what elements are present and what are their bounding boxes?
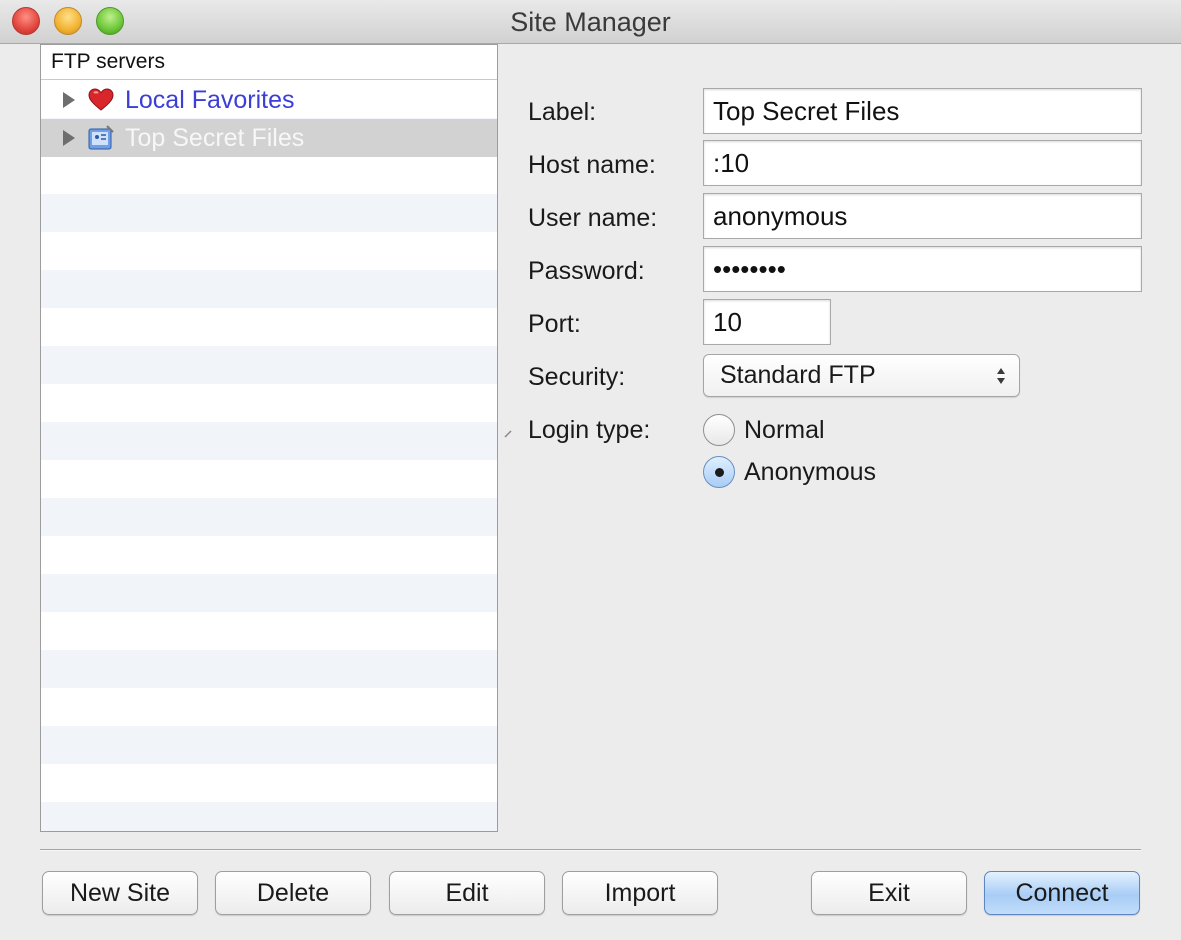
radio-label: Anonymous [744, 457, 877, 486]
user-name-label: User name: [528, 204, 658, 232]
delete-button[interactable]: Delete [215, 871, 371, 915]
security-label: Security: [528, 363, 626, 391]
heart-icon [87, 86, 115, 114]
port-label: Port: [528, 310, 581, 338]
tree-rows [41, 80, 497, 831]
footer-separator [40, 849, 1141, 851]
disclosure-triangle-icon[interactable] [63, 92, 75, 108]
import-button[interactable]: Import [562, 871, 718, 915]
login-type-label: Login type: [528, 416, 651, 444]
login-type-anonymous-radio[interactable]: Anonymous [703, 454, 876, 490]
tree-item-local-favorites[interactable]: Local Favorites [41, 81, 497, 119]
password-label: Password: [528, 257, 645, 285]
password-input[interactable] [703, 246, 1142, 292]
server-icon [87, 124, 115, 152]
security-select[interactable]: Standard FTP [703, 354, 1020, 397]
host-name-label: Host name: [528, 151, 656, 179]
radio-button[interactable] [703, 414, 735, 446]
resize-grip-icon[interactable] [503, 429, 513, 439]
tree-item-label: Top Secret Files [125, 123, 305, 152]
title-bar: Site Manager [0, 0, 1181, 44]
security-selected-value: Standard FTP [720, 361, 876, 389]
radio-button-selected[interactable] [703, 456, 735, 488]
tree-item-label: Local Favorites [125, 85, 295, 114]
up-down-arrows-icon [997, 368, 1005, 384]
tree-column-header: FTP servers [41, 45, 497, 80]
window-title: Site Manager [510, 7, 671, 37]
disclosure-triangle-icon[interactable] [63, 130, 75, 146]
host-name-input[interactable] [703, 140, 1142, 186]
login-type-normal-radio[interactable]: Normal [703, 412, 825, 448]
connect-button[interactable]: Connect [984, 871, 1140, 915]
user-name-input[interactable] [703, 193, 1142, 239]
new-site-button[interactable]: New Site [42, 871, 198, 915]
ftp-server-tree[interactable]: FTP servers Local Favorites Top Secret F… [40, 44, 498, 832]
radio-label: Normal [744, 415, 825, 444]
tree-item-top-secret-files[interactable]: Top Secret Files [41, 119, 497, 157]
exit-button[interactable]: Exit [811, 871, 967, 915]
label-field-label: Label: [528, 98, 597, 126]
edit-button[interactable]: Edit [389, 871, 545, 915]
port-input[interactable] [703, 299, 831, 345]
label-input[interactable] [703, 88, 1142, 134]
